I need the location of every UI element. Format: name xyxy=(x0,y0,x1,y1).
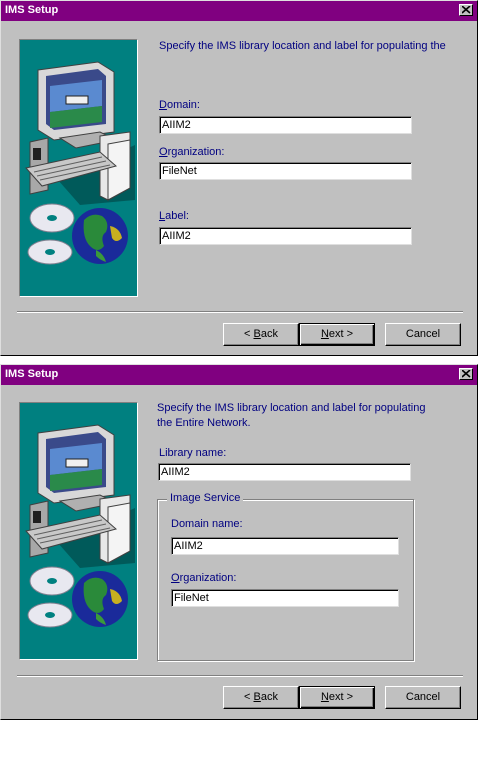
window-title: IMS Setup xyxy=(5,368,59,380)
next-button[interactable]: Next > xyxy=(299,323,375,346)
globe-icon xyxy=(72,571,128,627)
setup-description: Specify the IMS library location and lab… xyxy=(159,40,446,52)
button-separator xyxy=(17,311,463,313)
next-text: ext > xyxy=(328,328,354,340)
globe-icon xyxy=(72,208,128,264)
organization-mnemonic: O xyxy=(159,146,168,158)
title-bar: IMS Setup xyxy=(1,365,477,385)
back-button[interactable]: < Back xyxy=(223,323,299,346)
label-label: Label: xyxy=(159,210,189,222)
organization-label-text: rganization: xyxy=(167,146,225,158)
domain-label-text: omain: xyxy=(166,99,200,111)
organization-label: Organization: xyxy=(171,572,236,584)
close-button[interactable] xyxy=(459,368,473,380)
setup-illustration xyxy=(19,39,138,297)
back-mnemonic: B xyxy=(253,328,261,340)
back-text: ack xyxy=(260,328,278,340)
organization-input[interactable]: FileNet xyxy=(159,162,412,180)
back-mnemonic: B xyxy=(253,691,261,703)
close-icon xyxy=(462,370,471,378)
button-separator xyxy=(17,675,463,677)
description-line-2: the Entire Network. xyxy=(157,417,251,429)
cd-icon xyxy=(27,203,75,265)
computer-illustration xyxy=(25,61,135,265)
organization-label: Organization: xyxy=(159,146,224,158)
description-line-1: Specify the IMS library location and lab… xyxy=(157,402,426,414)
domain-name-label: Domain name: xyxy=(171,518,243,530)
library-name-input[interactable]: AIIM2 xyxy=(158,463,411,481)
domain-name-input[interactable]: AIIM2 xyxy=(171,537,399,555)
back-prefix: < xyxy=(244,328,254,340)
library-name-label: Library name: xyxy=(159,447,227,459)
back-prefix: < xyxy=(244,691,254,703)
organization-mnemonic: O xyxy=(171,572,180,584)
next-button[interactable]: Next > xyxy=(299,686,375,709)
back-text: ack xyxy=(260,691,278,703)
close-button[interactable] xyxy=(459,4,473,16)
next-mnemonic: N xyxy=(320,691,329,703)
cd-icon xyxy=(27,566,75,628)
image-service-legend: Image Service xyxy=(167,492,244,504)
close-icon xyxy=(462,6,471,14)
label-label-text: abel: xyxy=(165,210,189,222)
ims-setup-dialog-2: IMS Setup Specify the IMS library locati… xyxy=(0,364,478,720)
setup-illustration xyxy=(19,402,138,660)
next-mnemonic: N xyxy=(320,328,329,340)
label-input[interactable]: AIIM2 xyxy=(159,227,412,245)
domain-mnemonic: D xyxy=(159,99,167,111)
next-text: ext > xyxy=(328,691,354,703)
domain-input[interactable]: AIIM2 xyxy=(159,116,412,134)
cancel-button[interactable]: Cancel xyxy=(385,323,461,346)
title-bar: IMS Setup xyxy=(1,1,477,21)
window-title: IMS Setup xyxy=(5,4,59,16)
domain-label: Domain: xyxy=(159,99,200,111)
setup-description: Specify the IMS library location and lab… xyxy=(157,401,457,431)
organization-input[interactable]: FileNet xyxy=(171,589,399,607)
back-button[interactable]: < Back xyxy=(223,686,299,709)
cancel-button[interactable]: Cancel xyxy=(385,686,461,709)
ims-setup-dialog-1: IMS Setup Specify the IMS library locati… xyxy=(0,0,478,356)
computer-illustration xyxy=(25,424,135,628)
organization-label-text: rganization: xyxy=(179,572,237,584)
